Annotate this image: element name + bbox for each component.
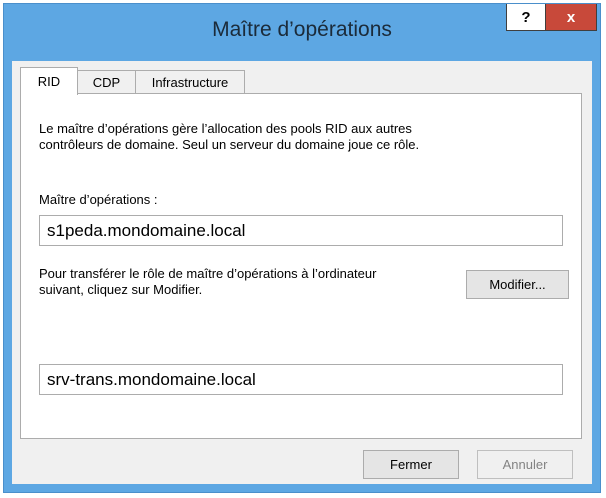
modify-button[interactable]: Modifier... (466, 270, 569, 299)
tab-panel-rid: Le maître d’opérations gère l’allocation… (20, 93, 582, 439)
annuler-button[interactable]: Annuler (477, 450, 573, 479)
tab-rid[interactable]: RID (20, 67, 78, 95)
master-label: Maître d’opérations : (39, 192, 158, 207)
target-computer-field[interactable]: srv-trans.mondomaine.local (39, 364, 563, 395)
close-window-button[interactable]: x (545, 4, 597, 31)
description-line-2: contrôleurs de domaine. Seul un serveur … (39, 137, 420, 152)
dialog-window: Maître d’opérations ? x RID CDP Infrastr… (3, 3, 601, 493)
transfer-text-line-1: Pour transférer le rôle de maître d’opér… (39, 266, 377, 281)
tab-infrastructure[interactable]: Infrastructure (135, 70, 245, 93)
transfer-text-line-2: suivant, cliquez sur Modifier. (39, 282, 203, 297)
master-field[interactable]: s1peda.mondomaine.local (39, 215, 563, 246)
fermer-button[interactable]: Fermer (363, 450, 459, 479)
dialog-client-area: RID CDP Infrastructure Le maître d’opéra… (12, 61, 592, 484)
title-bar[interactable]: Maître d’opérations ? x (4, 4, 600, 60)
help-button[interactable]: ? (506, 4, 546, 31)
description-line-1: Le maître d’opérations gère l’allocation… (39, 121, 412, 136)
tab-cdp[interactable]: CDP (77, 70, 136, 93)
